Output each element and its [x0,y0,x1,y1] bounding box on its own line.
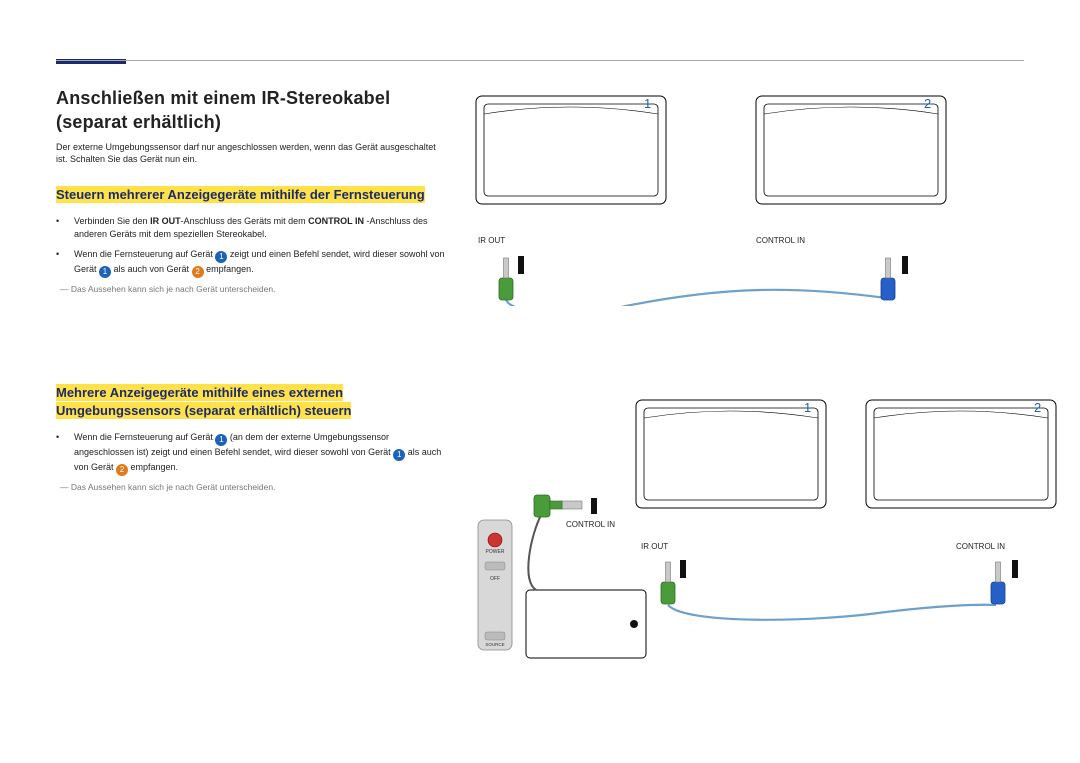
remote-control-icon: POWER OFF SOURCE [478,520,512,650]
jack-blue-icon [991,562,1005,604]
remote-source-label: SOURCE [485,642,504,647]
port-icon [680,560,686,578]
label-ir-out: IR OUT [478,236,505,245]
list-item-text: Wenn die Fernsteuerung auf Gerät 1 (an d… [74,431,446,476]
diagram-remote-control: 1 2 IR OUT CONTROL IN [466,86,1026,286]
remote-off-label: OFF [490,576,500,582]
footnote: Das Aussehen kann sich je nach Gerät unt… [60,284,446,294]
device-1-badge: 1 [99,266,111,278]
list-item: • Verbinden Sie den IR OUT-Anschluss des… [56,215,446,242]
monitor-2-icon [756,96,946,204]
bullet-icon: • [56,248,74,278]
section-1-heading-text: Steuern mehrerer Anzeigegeräte mithilfe … [56,186,425,203]
bullet-icon: • [56,215,74,242]
jack-green-icon [661,562,675,604]
diagram-2-svg: POWER OFF SOURCE [466,390,1066,670]
port-icon [518,256,524,274]
section-2-list: • Wenn die Fernsteuerung auf Gerät 1 (an… [56,431,446,476]
label-ir-out: IR OUT [641,542,668,551]
page: Anschließen mit einem IR-Stereokabel (se… [0,0,1080,532]
list-item: • Wenn die Fernsteuerung auf Gerät 1 zei… [56,248,446,278]
jack-green-icon [534,495,582,517]
device-2-badge: 2 [192,266,204,278]
port-icon [591,498,597,514]
remote-power-label: POWER [486,549,505,555]
section-2-heading-wrap: Mehrere Anzeigegeräte mithilfe eines ext… [56,384,446,422]
bullet-icon: • [56,431,74,476]
sensor-box-icon [526,590,646,658]
right-column: 1 2 IR OUT CONTROL IN [466,40,1024,492]
section-2: Mehrere Anzeigegeräte mithilfe eines ext… [56,384,446,493]
section-2-heading-line-1: Mehrere Anzeigegeräte mithilfe eines ext… [56,384,343,401]
port-icon [902,256,908,274]
section-2-heading-line-2: Umgebungssensors (separat erhältlich) st… [56,402,351,419]
diagram-1-svg [466,86,1026,306]
left-column: Anschließen mit einem IR-Stereokabel (se… [56,40,466,492]
cable-icon [668,605,996,620]
label-control-in: CONTROL IN [566,520,615,529]
monitor-2-icon [866,400,1056,508]
diagram-external-sensor: POWER OFF SOURCE [466,390,1026,650]
title-line-1: Anschließen mit einem IR-Stereokabel [56,88,390,108]
monitor-1-number: 1 [804,400,811,415]
section-2-heading: Mehrere Anzeigegeräte mithilfe eines ext… [56,384,351,420]
cable-icon [528,515,541,590]
device-2-badge: 2 [116,464,128,476]
intro-paragraph: Der externe Umgebungssensor darf nur ang… [56,141,446,166]
jack-green-icon [499,258,513,300]
content-columns: Anschließen mit einem IR-Stereokabel (se… [56,40,1024,492]
jack-blue-icon [881,258,895,300]
section-1-heading-wrap: Steuern mehrerer Anzeigegeräte mithilfe … [56,186,446,205]
port-icon [1012,560,1018,578]
monitor-1-icon [636,400,826,508]
device-1-badge: 1 [215,251,227,263]
section-1-heading: Steuern mehrerer Anzeigegeräte mithilfe … [56,186,425,203]
monitor-1-icon [476,96,666,204]
monitor-2-number: 2 [1034,400,1041,415]
label-control-in: CONTROL IN [956,542,1005,551]
list-item: • Wenn die Fernsteuerung auf Gerät 1 (an… [56,431,446,476]
device-1-badge: 1 [393,449,405,461]
footnote: Das Aussehen kann sich je nach Gerät unt… [60,482,446,492]
monitor-1-number: 1 [644,96,651,111]
section-1-list: • Verbinden Sie den IR OUT-Anschluss des… [56,215,446,278]
title-line-2: (separat erhältlich) [56,112,221,132]
monitor-2-number: 2 [924,96,931,111]
label-control-in: CONTROL IN [756,236,805,245]
device-1-badge: 1 [215,434,227,446]
cable-icon [506,290,886,306]
page-title: Anschließen mit einem IR-Stereokabel (se… [56,86,446,135]
list-item-text: Wenn die Fernsteuerung auf Gerät 1 zeigt… [74,248,446,278]
list-item-text: Verbinden Sie den IR OUT-Anschluss des G… [74,215,446,242]
